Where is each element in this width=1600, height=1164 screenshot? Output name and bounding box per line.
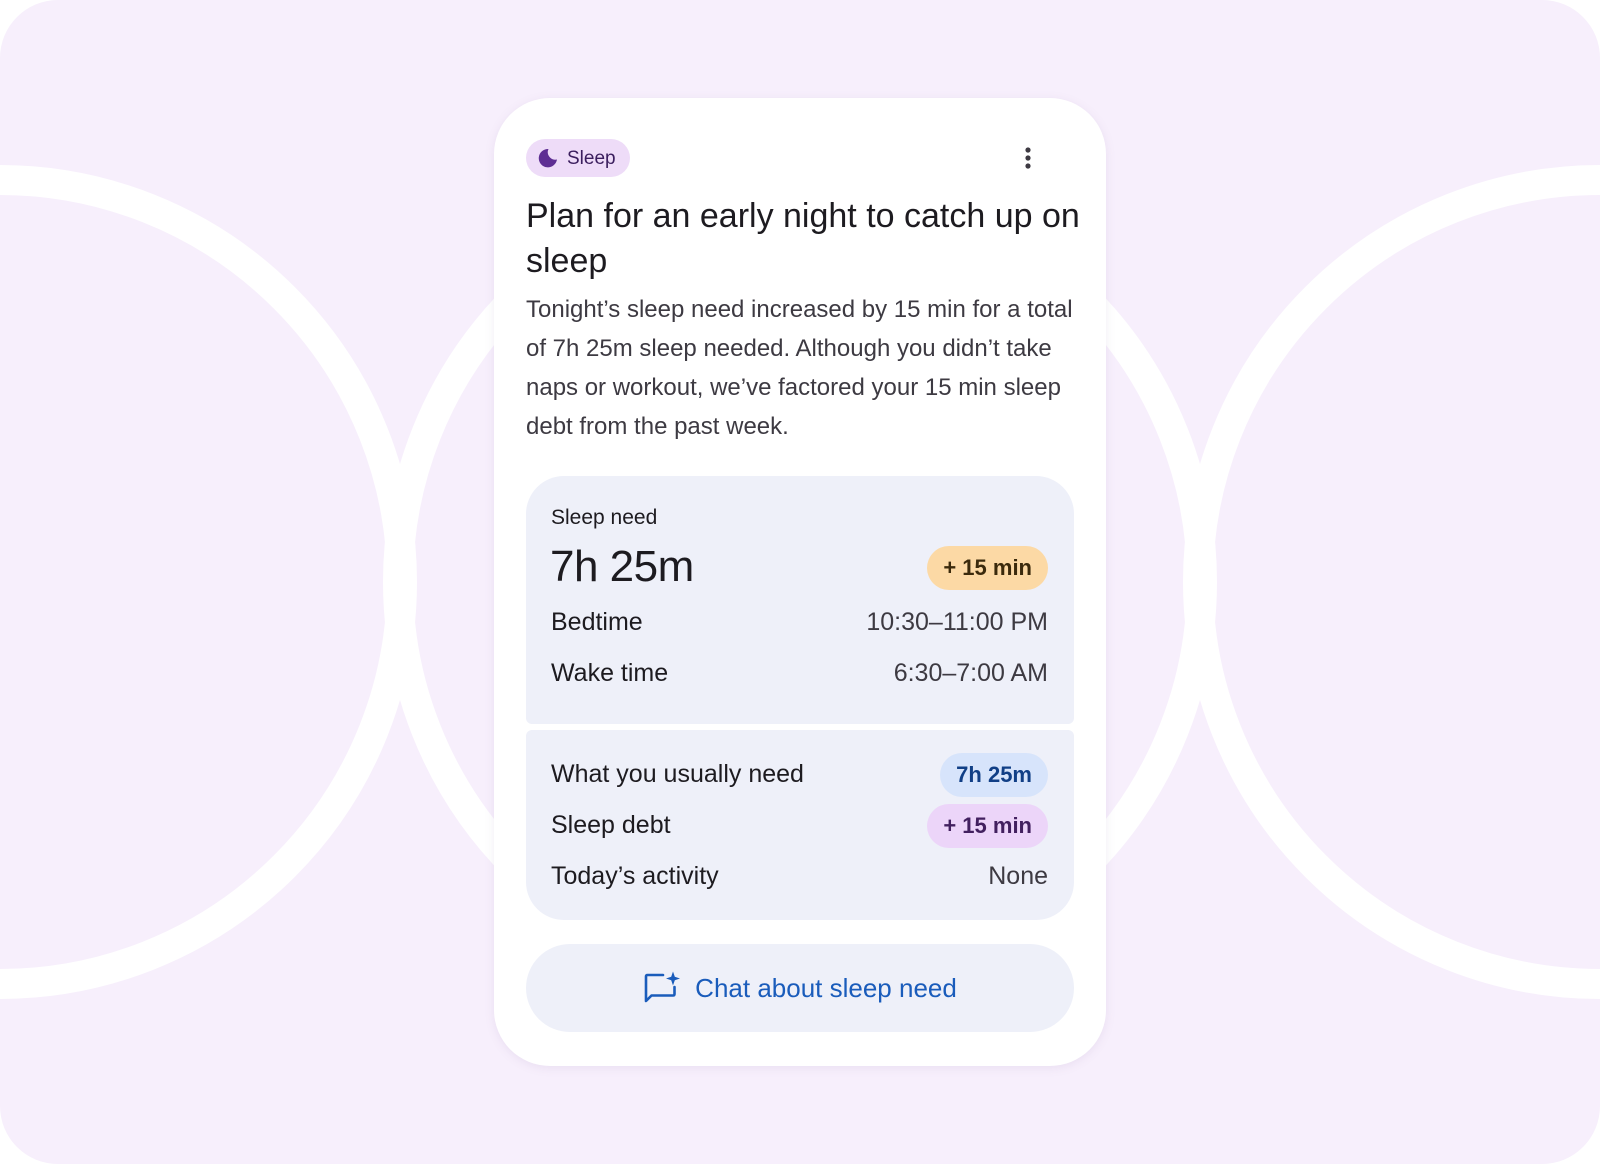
sleep-need-value: 7h 25m (550, 542, 694, 591)
more-options-button[interactable] (1010, 140, 1046, 176)
activity-label: Today’s activity (551, 862, 719, 890)
usual-need-label: What you usually need (551, 760, 804, 788)
moon-icon (537, 147, 559, 169)
sleep-breakdown-panel: What you usually need 7h 25m Sleep debt … (526, 730, 1074, 920)
chat-sparkle-icon (643, 971, 681, 1005)
bedtime-value: 10:30–11:00 PM (866, 608, 1048, 636)
left-circle (0, 165, 417, 999)
chat-about-sleep-need-button[interactable]: Chat about sleep need (526, 944, 1074, 1032)
right-circle (1183, 165, 1600, 999)
card-description: Tonight’s sleep need increased by 15 min… (526, 296, 1073, 440)
wake-time-value: 6:30–7:00 AM (893, 659, 1048, 687)
sleep-debt-label: Sleep debt (551, 811, 671, 839)
sleep-need-label: Sleep need (551, 506, 658, 529)
more-vert-icon (1025, 147, 1031, 169)
sleep-need-panel: Sleep need 7h 25m + 15 min Bedtime 10:30… (526, 476, 1074, 724)
card-title: Plan for an early night to catch up on s… (526, 197, 1080, 280)
chat-button-label: Chat about sleep need (695, 972, 957, 1003)
sleep-category-chip: Sleep (526, 139, 630, 177)
background-canvas: Sleep Plan for an early night to catch u… (0, 0, 1600, 1164)
chip-label: Sleep (567, 147, 616, 169)
usual-need-badge: 7h 25m (940, 753, 1048, 797)
sleep-insight-card: Sleep Plan for an early night to catch u… (494, 98, 1106, 1066)
sleep-debt-badge: + 15 min (927, 804, 1048, 848)
activity-value: None (988, 862, 1048, 890)
sleep-need-change-badge: + 15 min (927, 546, 1048, 590)
bedtime-label: Bedtime (551, 608, 643, 636)
wake-time-label: Wake time (551, 659, 669, 687)
